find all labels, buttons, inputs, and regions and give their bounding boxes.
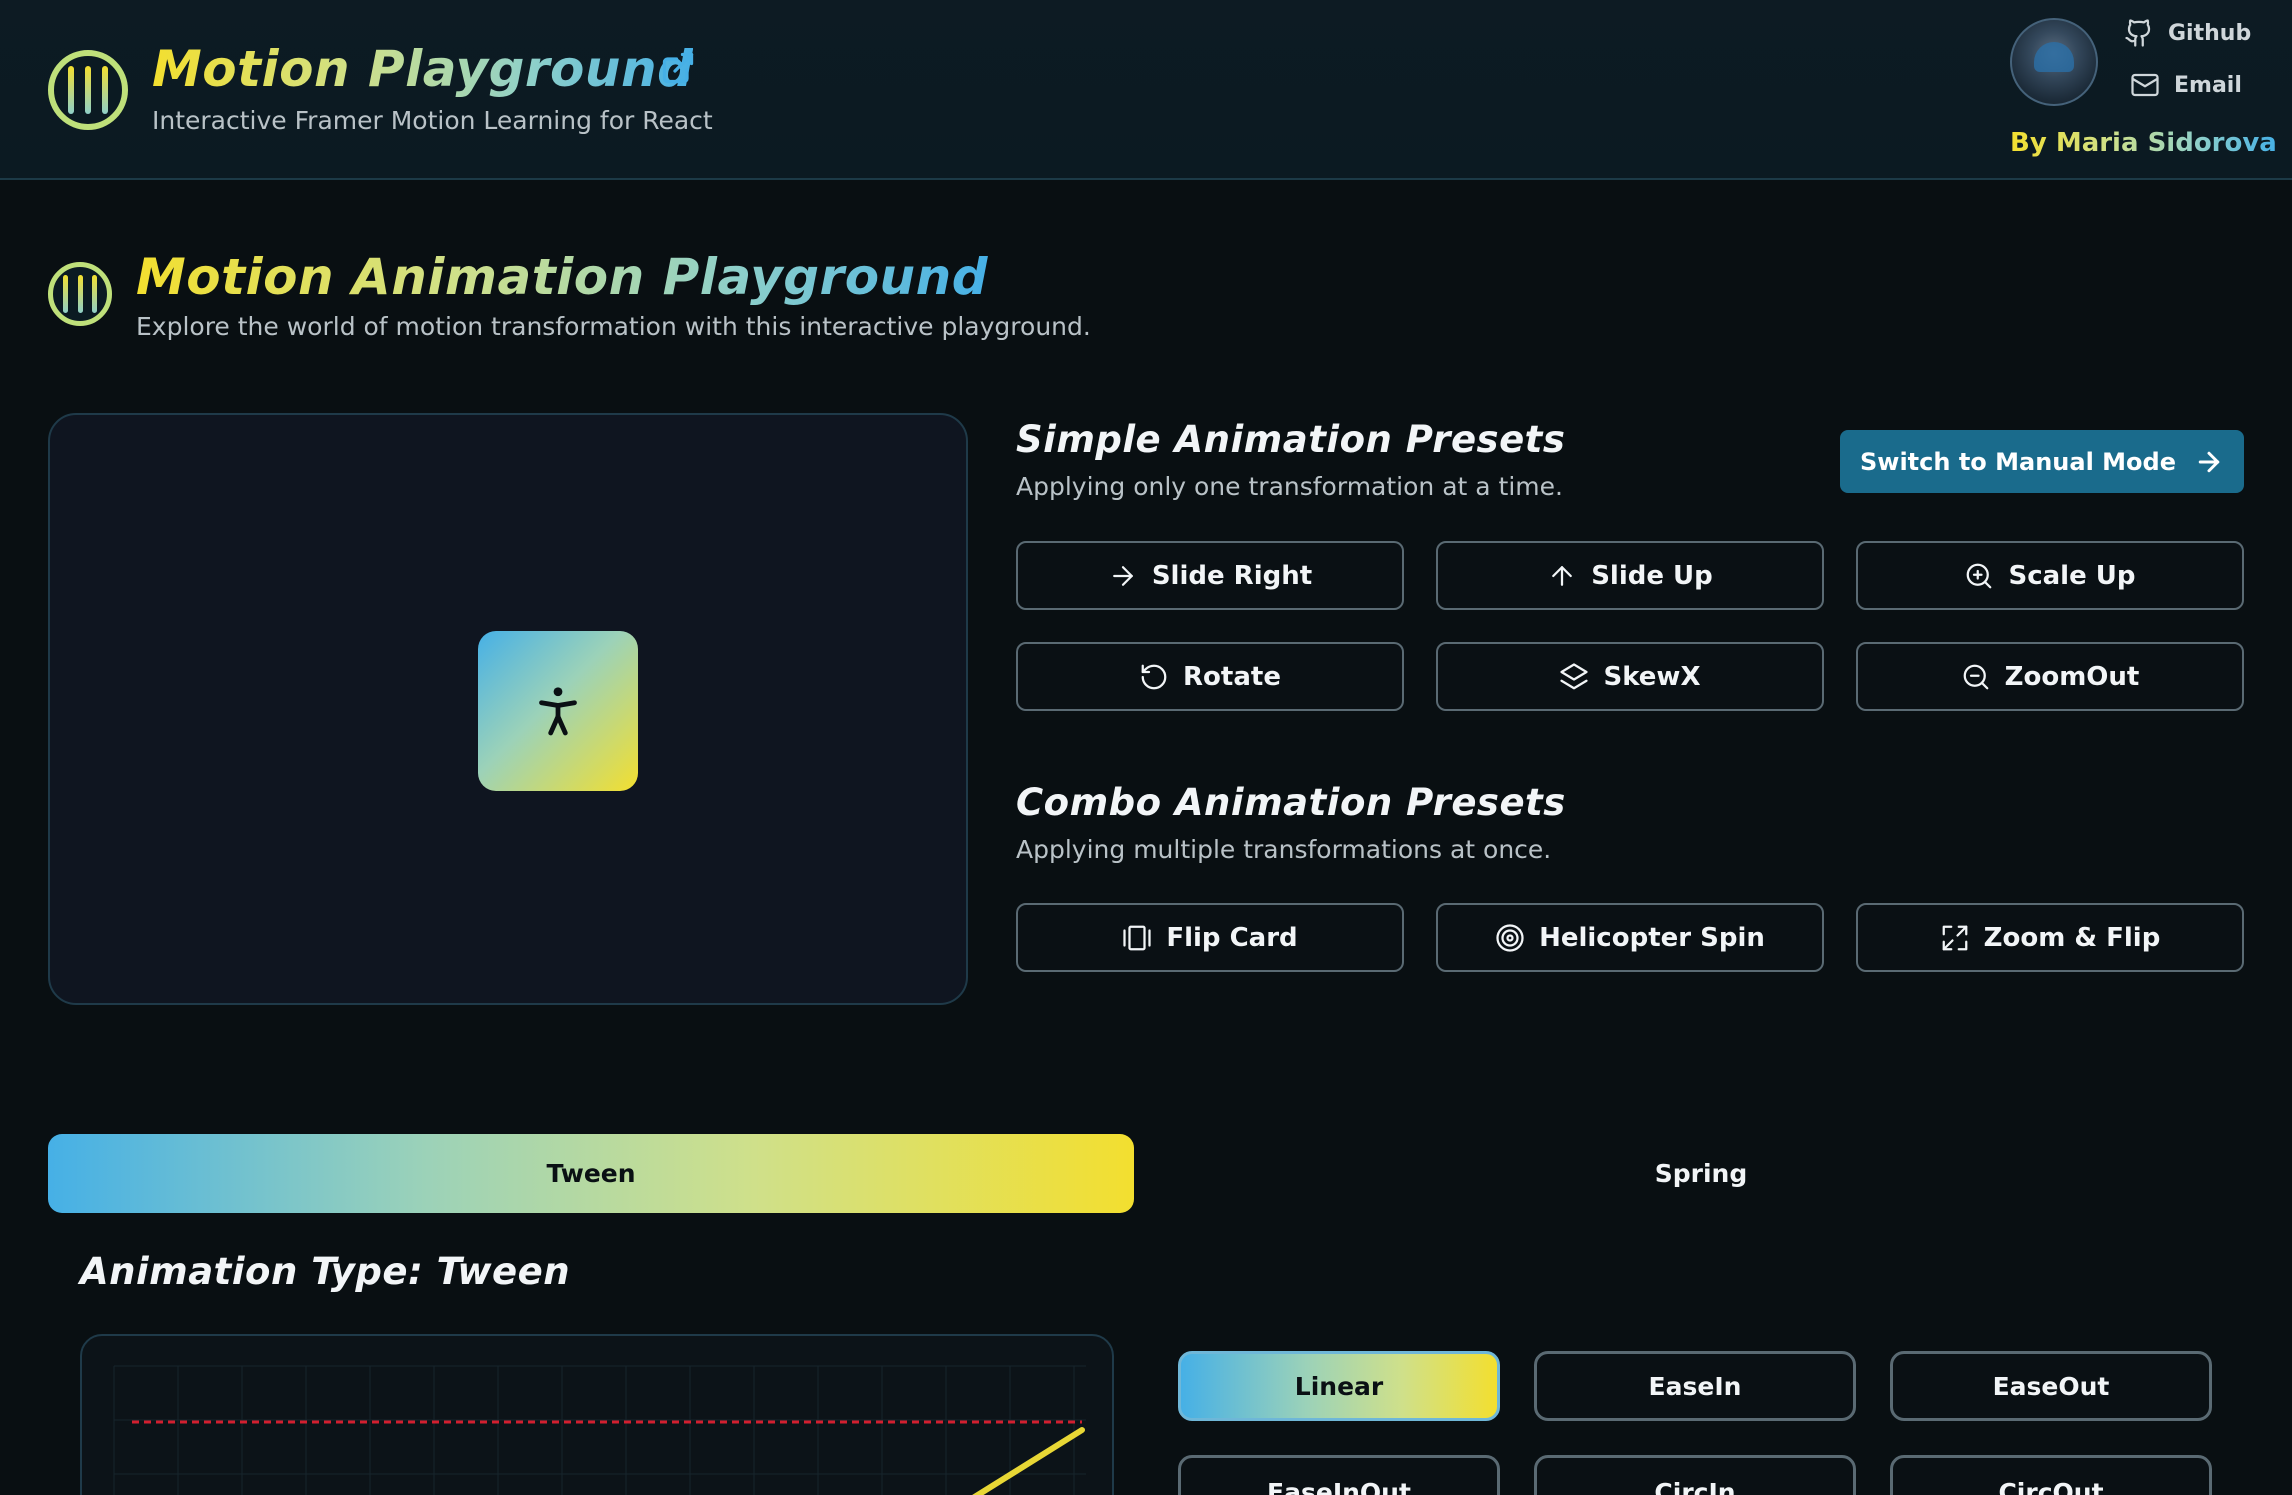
easing-circin-button[interactable]: CircIn: [1534, 1455, 1856, 1495]
switch-manual-mode-label: Switch to Manual Mode: [1860, 447, 2176, 476]
arrow-right-icon: [1112, 565, 1133, 586]
easing-easein-button[interactable]: EaseIn: [1534, 1351, 1856, 1421]
easing-label: Linear: [1294, 1371, 1384, 1401]
preset-label: ZoomOut: [2004, 661, 2140, 692]
page-title: Motion Animation Playground: [136, 248, 989, 306]
easing-easeinout-button[interactable]: EaseInOut: [1178, 1455, 1500, 1495]
easing-label: CircIn: [1654, 1478, 1736, 1495]
preset-label: Slide Up: [1591, 560, 1713, 591]
simple-presets-title: Simple Animation Presets: [1016, 418, 1566, 461]
animation-stage: [48, 413, 968, 1005]
easing-easeout-button[interactable]: EaseOut: [1890, 1351, 2212, 1421]
accessibility-person-icon: [539, 687, 577, 736]
preset-flip-card-button[interactable]: Flip Card: [1016, 903, 1404, 972]
combo-presets-subtitle: Applying multiple transformations at onc…: [1016, 835, 1552, 864]
page-description: Explore the world of motion transformati…: [136, 312, 1091, 341]
rotate-ccw-icon: [1141, 664, 1167, 689]
page-logo-icon: [48, 262, 112, 326]
tab-tween[interactable]: Tween: [48, 1134, 1134, 1213]
easing-label: EaseOut: [1992, 1371, 2110, 1401]
preset-scale-up-button[interactable]: Scale Up: [1856, 541, 2244, 610]
combo-presets-title: Combo Animation Presets: [1016, 781, 1566, 824]
zoom-out-icon: [1963, 664, 1989, 689]
app-logo-icon: [48, 50, 128, 130]
avatar: [2010, 18, 2098, 106]
mail-icon: [2131, 73, 2159, 97]
author-byline[interactable]: By Maria Sidorova: [2010, 128, 2277, 158]
app-subtitle: Interactive Framer Motion Learning for R…: [152, 106, 713, 135]
preset-rotate-button[interactable]: Rotate: [1016, 642, 1404, 711]
preset-slide-right-button[interactable]: Slide Right: [1016, 541, 1404, 610]
preset-zoomout-button[interactable]: ZoomOut: [1856, 642, 2244, 711]
easing-label: EaseInOut: [1267, 1478, 1411, 1495]
tab-label: Spring: [1654, 1159, 1748, 1188]
easing-graph: [80, 1334, 1114, 1495]
animated-box[interactable]: [478, 631, 638, 791]
tab-label: Tween: [546, 1159, 636, 1188]
preset-skewx-button[interactable]: SkewX: [1436, 642, 1824, 711]
app-title[interactable]: Motion Playground: [152, 40, 693, 98]
spiral-icon: [1496, 923, 1524, 952]
easing-linear-button[interactable]: Linear: [1178, 1351, 1500, 1421]
arrow-up-icon: [1552, 565, 1573, 586]
zoom-in-icon: [1967, 563, 1992, 588]
layers-icon: [1560, 662, 1589, 689]
arrow-right-icon: [2198, 451, 2220, 472]
easing-label: EaseIn: [1648, 1371, 1742, 1401]
easing-label: CircOut: [1998, 1478, 2104, 1495]
preset-helicopter-spin-button[interactable]: Helicopter Spin: [1436, 903, 1824, 972]
preset-zoom-flip-button[interactable]: Zoom & Flip: [1856, 903, 2244, 972]
email-link[interactable]: Email: [2130, 70, 2242, 100]
app-header: Motion Playground Interactive Framer Mot…: [0, 0, 2292, 180]
preset-label: Zoom & Flip: [1983, 922, 2161, 953]
email-label: Email: [2174, 72, 2242, 98]
preset-label: Scale Up: [2008, 560, 2136, 591]
gallery-icon: [1123, 925, 1151, 950]
easing-curve-line: [972, 1427, 1085, 1495]
preset-slide-up-button[interactable]: Slide Up: [1436, 541, 1824, 610]
expand-icon: [1942, 925, 1968, 950]
preset-label: Flip Card: [1166, 922, 1298, 953]
animation-type-heading: Animation Type: Tween: [80, 1250, 571, 1293]
github-icon: [2125, 19, 2151, 47]
github-label: Github: [2168, 20, 2252, 46]
preset-label: Rotate: [1183, 661, 1281, 692]
easing-circout-button[interactable]: CircOut: [1890, 1455, 2212, 1495]
external-link-icon[interactable]: [660, 50, 696, 86]
switch-manual-mode-button[interactable]: Switch to Manual Mode: [1840, 430, 2244, 493]
simple-presets-subtitle: Applying only one transformation at a ti…: [1016, 472, 1563, 501]
tab-spring[interactable]: Spring: [1158, 1134, 2244, 1213]
preset-label: Slide Right: [1151, 560, 1313, 591]
github-link[interactable]: Github: [2124, 18, 2251, 48]
preset-label: Helicopter Spin: [1539, 922, 1765, 953]
preset-label: SkewX: [1603, 661, 1701, 692]
